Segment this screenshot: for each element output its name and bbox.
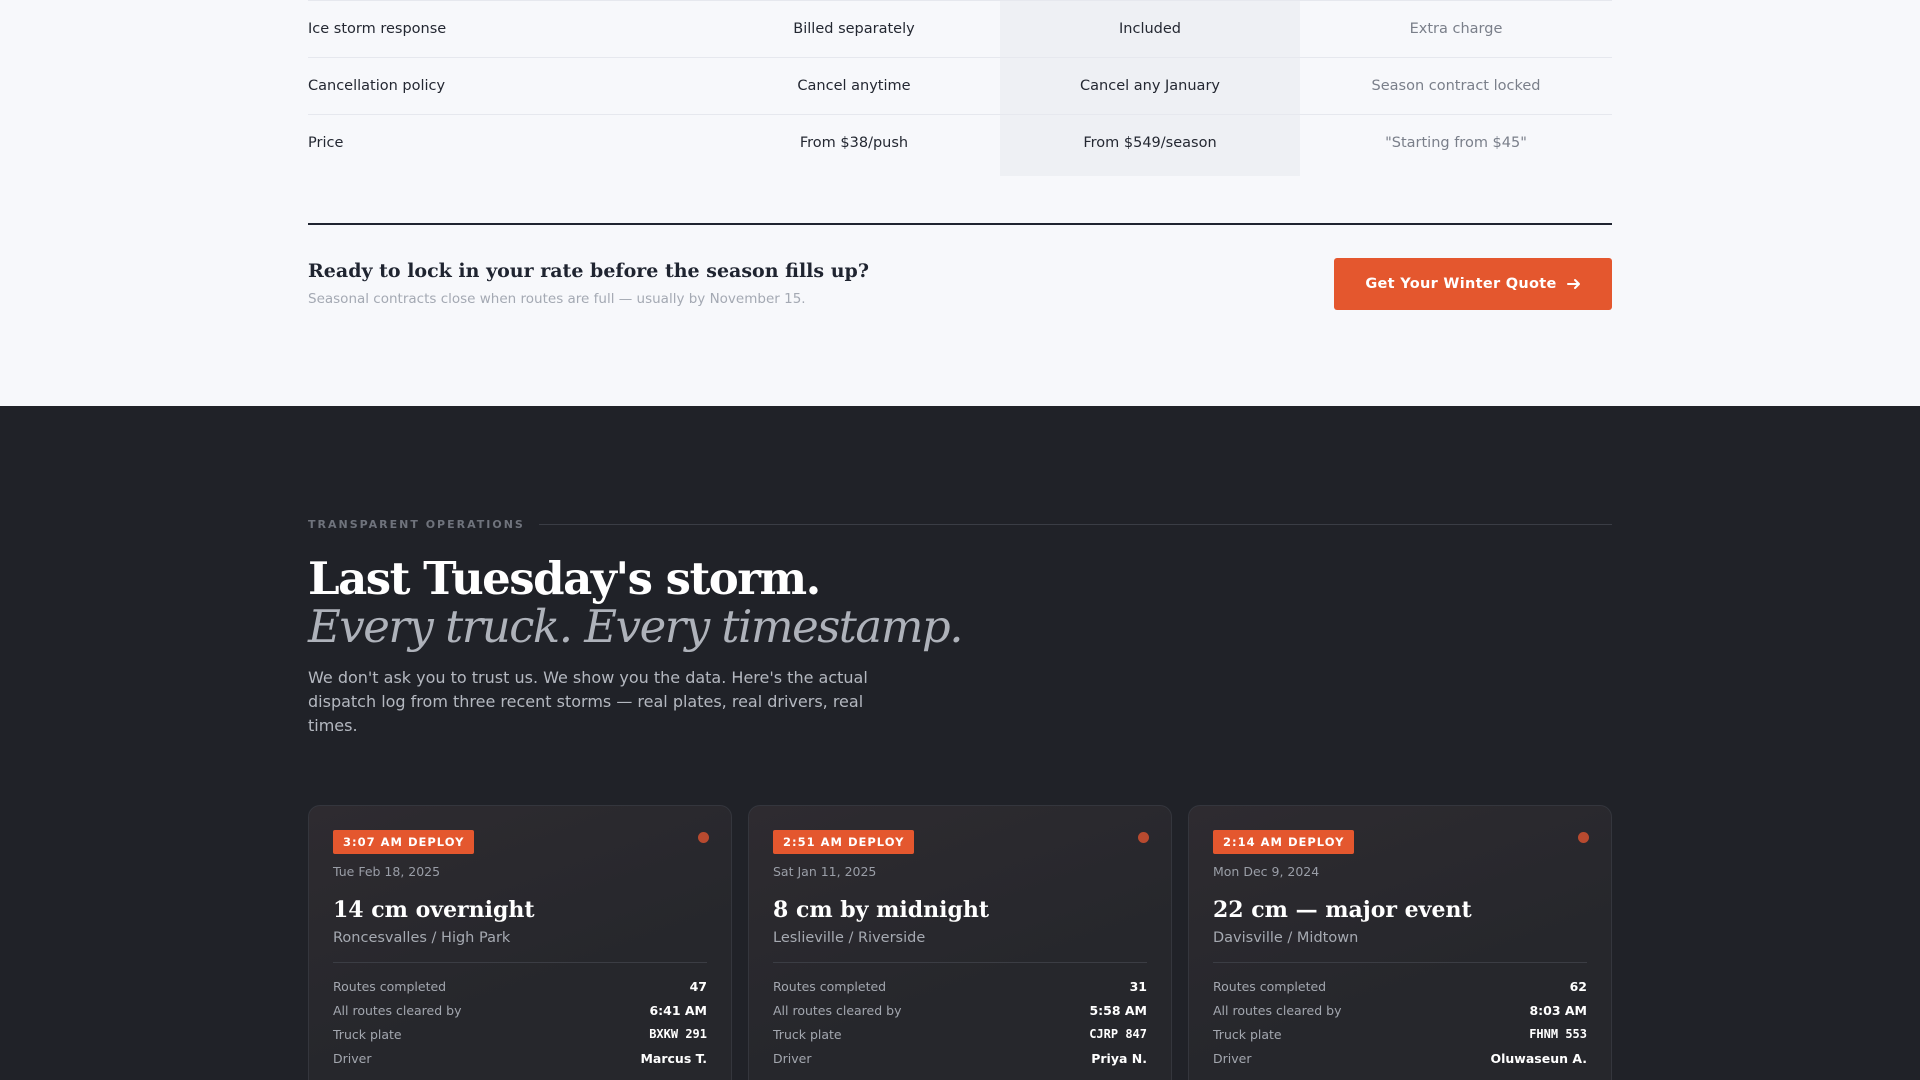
stat-label: Routes completed [773, 978, 887, 994]
storm-title: 8 cm by midnight [773, 897, 990, 923]
stat-value: 5:58 AM [1089, 1002, 1147, 1018]
stat-value: 47 [689, 978, 707, 994]
cell: Extra charge [1409, 21, 1503, 37]
stat-value: 31 [1129, 978, 1147, 994]
stat-row: Truck plate CJRP 847 [773, 1022, 1147, 1046]
storm-title: 22 cm — major event [1213, 897, 1472, 923]
stat-value: CJRP 847 [1089, 1027, 1147, 1041]
cta-subtitle: Seasonal contracts close when routes are… [308, 291, 806, 307]
stat-label: Routes completed [1213, 978, 1327, 994]
cell: Cancel any January [1080, 78, 1220, 94]
stats-list: Routes completed 31 All routes cleared b… [773, 974, 1147, 1070]
stat-label: All routes cleared by [333, 1002, 462, 1018]
divider [773, 962, 1147, 963]
storm-area: Davisville / Midtown [1213, 930, 1359, 946]
stat-row: All routes cleared by 6:41 AM [333, 998, 707, 1022]
stat-value: Marcus T. [640, 1050, 707, 1066]
deploy-badge: 3:07 AM DEPLOY [333, 830, 475, 854]
stat-label: Truck plate [773, 1026, 842, 1042]
storm-date: Mon Dec 9, 2024 [1213, 864, 1320, 879]
eyebrow-label: TRANSPARENT OPERATIONS [308, 518, 525, 531]
stat-label: All routes cleared by [773, 1002, 902, 1018]
stats-list: Routes completed 62 All routes cleared b… [1213, 974, 1587, 1070]
stat-row: All routes cleared by 8:03 AM [1213, 998, 1587, 1022]
table-row: Cancellation policy Cancel anytime Cance… [308, 57, 1612, 114]
divider [308, 223, 1612, 225]
stat-label: Driver [773, 1050, 812, 1066]
stat-value: BXKW 291 [649, 1027, 707, 1041]
section-eyebrow: TRANSPARENT OPERATIONS [308, 518, 1612, 531]
stat-row: Routes completed 47 [333, 974, 707, 998]
table-row: Ice storm response Billed separately Inc… [308, 0, 1612, 57]
divider [538, 524, 1612, 525]
stat-row: Routes completed 62 [1213, 974, 1587, 998]
storm-card: 2:14 AM DEPLOY Mon Dec 9, 2024 22 cm — m… [1188, 805, 1612, 1080]
deploy-badge: 2:14 AM DEPLOY [1213, 830, 1355, 854]
storm-card: 2:51 AM DEPLOY Sat Jan 11, 2025 8 cm by … [748, 805, 1172, 1080]
stat-row: Driver Marcus T. [333, 1046, 707, 1070]
cta-title: Ready to lock in your rate before the se… [308, 260, 869, 282]
stat-row: Routes completed 31 [773, 974, 1147, 998]
section-headline-italic: Every truck. Every timestamp. [308, 600, 964, 653]
stat-value: 6:41 AM [649, 1002, 707, 1018]
stat-label: Driver [1213, 1050, 1252, 1066]
stat-label: Driver [333, 1050, 372, 1066]
stat-label: Truck plate [1213, 1026, 1282, 1042]
status-dot-icon [1138, 832, 1149, 843]
divider [333, 962, 707, 963]
cell: Billed separately [793, 21, 915, 37]
stat-value: 62 [1569, 978, 1587, 994]
feature-cell: Ice storm response [308, 21, 447, 37]
comparison-table: Ice storm response Billed separately Inc… [308, 0, 1612, 310]
storm-card: 3:07 AM DEPLOY Tue Feb 18, 2025 14 cm ov… [308, 805, 732, 1080]
get-quote-button[interactable]: Get Your Winter Quote [1334, 258, 1612, 310]
stat-label: Truck plate [333, 1026, 402, 1042]
storm-area: Leslieville / Riverside [773, 930, 926, 946]
storm-cards: 3:07 AM DEPLOY Tue Feb 18, 2025 14 cm ov… [308, 805, 1612, 1080]
deploy-badge: 2:51 AM DEPLOY [773, 830, 915, 854]
cell: Included [1119, 21, 1181, 37]
stat-value: FHNM 553 [1529, 1027, 1587, 1041]
stat-label: All routes cleared by [1213, 1002, 1342, 1018]
stat-value: Oluwaseun A. [1490, 1050, 1587, 1066]
storm-title: 14 cm overnight [333, 897, 535, 923]
table-row: Price From $38/push From $549/season "St… [308, 114, 1612, 171]
stat-row: Truck plate FHNM 553 [1213, 1022, 1587, 1046]
stats-list: Routes completed 47 All routes cleared b… [333, 974, 707, 1070]
section-lead: We don't ask you to trust us. We show yo… [308, 668, 868, 735]
stat-row: Truck plate BXKW 291 [333, 1022, 707, 1046]
stat-label: Routes completed [333, 978, 447, 994]
stat-row: Driver Oluwaseun A. [1213, 1046, 1587, 1070]
cell: Season contract locked [1371, 78, 1541, 94]
cell: Cancel anytime [797, 78, 911, 94]
divider [1213, 962, 1587, 963]
section-headline: Last Tuesday's storm. [308, 552, 821, 605]
stat-row: Driver Priya N. [773, 1046, 1147, 1070]
stat-value: 8:03 AM [1529, 1002, 1587, 1018]
status-dot-icon [698, 832, 709, 843]
arrow-right-icon [1566, 279, 1580, 289]
storm-area: Roncesvalles / High Park [333, 930, 511, 946]
cell: "Starting from $45" [1385, 135, 1527, 151]
cell: From $549/season [1083, 135, 1217, 151]
cell: From $38/push [799, 135, 909, 151]
stat-row: All routes cleared by 5:58 AM [773, 998, 1147, 1022]
feature-cell: Price [308, 135, 344, 151]
storm-date: Sat Jan 11, 2025 [773, 864, 877, 879]
stat-value: Priya N. [1091, 1050, 1147, 1066]
storm-date: Tue Feb 18, 2025 [333, 864, 441, 879]
feature-cell: Cancellation policy [308, 78, 446, 94]
get-quote-button-label: Get Your Winter Quote [1365, 276, 1557, 292]
status-dot-icon [1578, 832, 1589, 843]
